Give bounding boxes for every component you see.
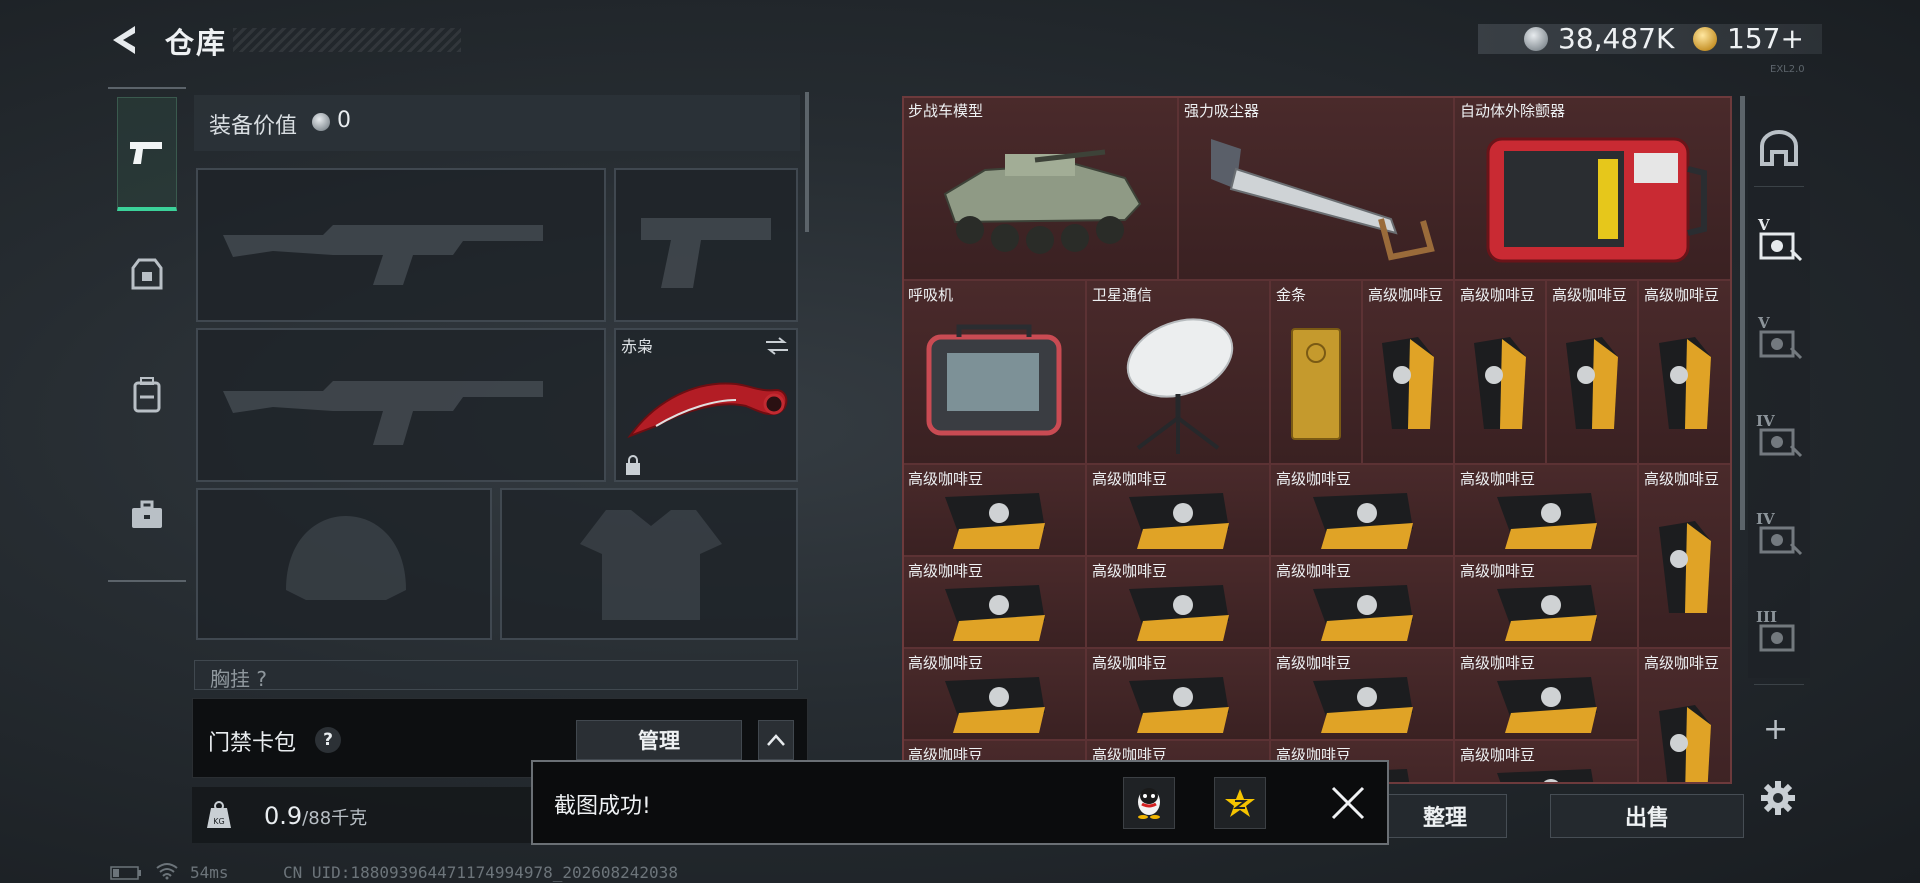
container-rail <box>1748 96 1810 678</box>
title-decor <box>233 28 461 52</box>
version-tag: EXL2.0 <box>1770 64 1805 75</box>
weight-kg-icon: KG <box>207 801 231 828</box>
secondary-weapon-slot[interactable] <box>196 328 606 482</box>
share-qq-button[interactable] <box>1123 777 1175 829</box>
tab-backpack[interactable] <box>117 355 177 435</box>
silver-amount: 38,487K <box>1558 22 1675 55</box>
container-tab-base[interactable] <box>1754 118 1804 178</box>
card-pack-label: 门禁卡包 <box>208 731 297 756</box>
body-armor-slot[interactable] <box>500 488 798 640</box>
equipment-value-label: 装备价值 <box>209 114 298 139</box>
svg-text:KG: KG <box>213 817 224 826</box>
swap-icon[interactable] <box>764 336 790 356</box>
rail-divider <box>1754 684 1804 685</box>
vest-silhouette-icon <box>580 510 722 620</box>
rifle-silhouette-icon <box>223 225 543 285</box>
chest-rig-slot[interactable] <box>194 660 798 690</box>
sort-button[interactable]: 整理 <box>1383 794 1507 838</box>
qq-penguin-icon <box>1138 788 1160 819</box>
page-title: 仓库 <box>165 26 228 60</box>
stash-frame <box>902 96 1732 784</box>
container-tab-v-1[interactable]: V <box>1754 212 1804 272</box>
wifi-icon <box>156 863 178 880</box>
back-arrow-icon[interactable] <box>105 20 145 60</box>
gear-icon[interactable] <box>1760 780 1796 816</box>
collapse-button[interactable] <box>758 720 794 760</box>
karambit-knife-icon <box>627 382 788 439</box>
safehouse-icon <box>1760 130 1798 166</box>
pistol-slot[interactable] <box>614 168 798 322</box>
primary-weapon-slot[interactable] <box>196 168 606 322</box>
backpack-icon <box>133 377 161 413</box>
qzone-star-icon <box>1225 789 1255 817</box>
rail-divider <box>1754 186 1804 187</box>
gold-coin-icon <box>1693 27 1717 51</box>
container-tab-iv-2[interactable]: IV <box>1754 506 1804 566</box>
sell-button[interactable]: 出售 <box>1550 794 1744 838</box>
pistol-silhouette-icon <box>641 218 771 288</box>
card-pack-help-button[interactable]: ? <box>315 727 341 753</box>
chest-rig-label: 胸挂 ? <box>210 667 267 691</box>
stash-scrollbar[interactable] <box>1740 96 1745 530</box>
battery-icon <box>110 866 141 880</box>
tab-armor[interactable] <box>117 235 177 315</box>
container-tab-v-2[interactable]: V <box>1754 310 1804 370</box>
loadout-scrollbar[interactable] <box>805 92 809 232</box>
helmet-slot[interactable] <box>196 488 492 640</box>
pistol-icon <box>130 141 162 164</box>
briefcase-icon <box>132 500 162 528</box>
melee-slot[interactable]: 赤枭 <box>614 328 798 482</box>
manage-button[interactable]: 管理 <box>576 720 742 760</box>
gold-amount[interactable]: 157+ <box>1727 22 1804 55</box>
equipment-value: 0 <box>337 108 351 133</box>
helmet-silhouette-icon <box>286 516 406 600</box>
toast-message: 截图成功! <box>554 794 651 819</box>
armor-icon <box>131 258 163 290</box>
melee-slot-label: 赤枭 <box>621 337 654 356</box>
share-qzone-button[interactable] <box>1214 777 1266 829</box>
uid-readout: CN UID:188093964471174994978_20260824203… <box>283 863 678 882</box>
close-icon[interactable] <box>1325 780 1371 826</box>
lock-icon <box>626 455 640 475</box>
container-tab-iii[interactable]: III <box>1754 604 1804 664</box>
silver-coin-icon <box>1524 27 1548 51</box>
container-tab-iv-1[interactable]: IV <box>1754 408 1804 468</box>
ping-readout: 54ms <box>190 863 229 882</box>
add-container-button[interactable]: + <box>1763 712 1788 747</box>
silver-coin-icon <box>312 113 330 131</box>
tab-weapons[interactable] <box>117 97 177 211</box>
weight-readout: 0.9/88千克 <box>264 802 368 830</box>
tab-case[interactable] <box>117 475 177 555</box>
rifle-silhouette-icon <box>223 381 543 445</box>
chevron-up-icon <box>767 734 785 746</box>
